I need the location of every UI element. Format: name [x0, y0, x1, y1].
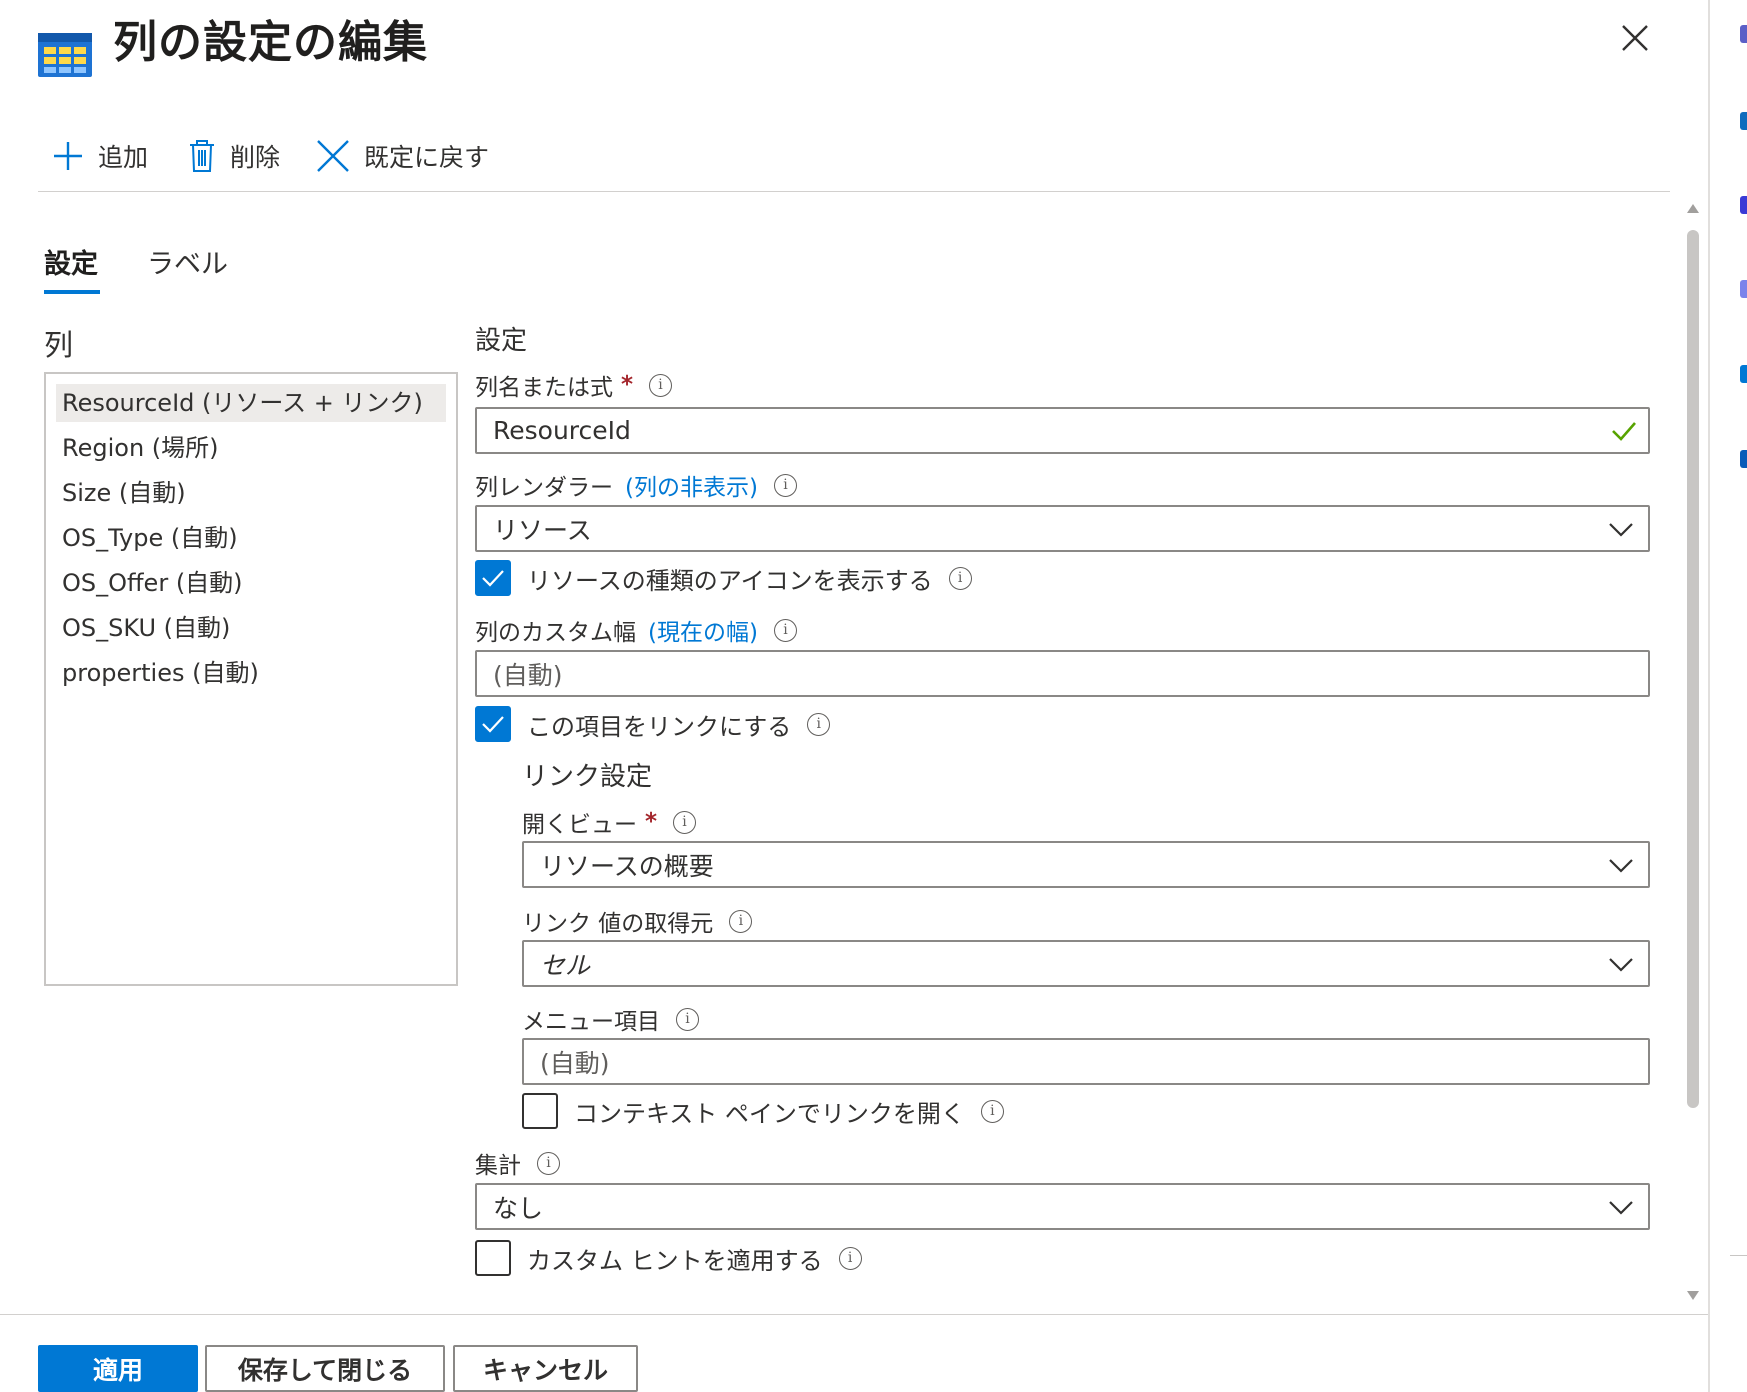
list-item[interactable]: OS_SKU (自動)	[56, 609, 446, 647]
info-icon[interactable]: i	[807, 712, 831, 736]
info-icon[interactable]: i	[537, 1151, 560, 1175]
add-button[interactable]: 追加	[52, 128, 148, 184]
menu-item-label: メニュー項目 i	[522, 1002, 699, 1036]
background-page-edge	[1708, 0, 1747, 1392]
current-width-link[interactable]: (現在の幅)	[648, 613, 758, 647]
reset-default-label: 既定に戻す	[364, 143, 490, 172]
aggregation-label: 集計 i	[475, 1146, 560, 1180]
grid-table-icon	[38, 33, 92, 77]
column-name-label: 列名または式 * i	[475, 368, 673, 402]
delete-button[interactable]: 削除	[188, 128, 280, 184]
info-icon[interactable]: i	[673, 810, 697, 834]
checkbox-unchecked[interactable]	[522, 1093, 558, 1129]
scrollbar-thumb[interactable]	[1687, 230, 1699, 1108]
required-mark: *	[621, 372, 634, 398]
edit-column-settings-panel: 列の設定の編集 追加 削除 既定に戻す 設定 ラベル 列 ResourceId …	[0, 0, 1708, 1392]
link-value-from-dropdown[interactable]: セル	[522, 940, 1650, 987]
link-settings-heading: リンク設定	[522, 762, 653, 792]
nav-icon[interactable]	[1740, 25, 1747, 43]
close-icon[interactable]	[1617, 20, 1653, 56]
checkbox-checked[interactable]	[475, 706, 511, 742]
settings-heading: 設定	[475, 326, 528, 356]
nav-icon[interactable]	[1740, 196, 1747, 214]
required-mark: *	[645, 809, 658, 835]
tab-labels[interactable]: ラベル	[147, 242, 228, 281]
nav-icon[interactable]	[1740, 450, 1747, 468]
list-item[interactable]: OS_Type (自動)	[56, 519, 446, 557]
delete-label: 削除	[230, 143, 281, 172]
checkmark-icon	[1612, 422, 1636, 441]
custom-width-input[interactable]: (自動)	[475, 650, 1650, 697]
checkbox-unchecked[interactable]	[475, 1240, 511, 1276]
nav-icon[interactable]	[1740, 112, 1747, 130]
columns-heading: 列	[44, 328, 74, 362]
columns-list[interactable]: ResourceId (リソース + リンク) Region (場所) Size…	[44, 372, 458, 986]
plus-icon	[54, 142, 82, 170]
info-icon[interactable]: i	[948, 566, 972, 590]
reset-default-button[interactable]: 既定に戻す	[316, 128, 489, 184]
list-item[interactable]: ResourceId (リソース + リンク)	[56, 384, 446, 422]
list-item[interactable]: OS_Offer (自動)	[56, 564, 446, 602]
list-item[interactable]: Region (場所)	[56, 429, 446, 467]
list-item[interactable]: properties (自動)	[56, 654, 446, 692]
chevron-down-icon	[1609, 859, 1633, 873]
column-name-input[interactable]: ResourceId	[475, 407, 1650, 454]
active-tab-indicator	[44, 290, 100, 294]
x-icon	[317, 140, 349, 172]
link-value-from-label: リンク 値の取得元 i	[522, 904, 753, 938]
info-icon[interactable]: i	[676, 1007, 699, 1031]
open-view-dropdown[interactable]: リソースの概要	[522, 841, 1650, 888]
show-resource-icon-checkbox[interactable]: リソースの種類のアイコンを表示する i	[475, 560, 972, 596]
column-renderer-dropdown[interactable]: リソース	[475, 505, 1650, 552]
tab-settings[interactable]: 設定	[44, 242, 98, 281]
chevron-down-icon	[1609, 1201, 1633, 1215]
footer-divider	[0, 1314, 1708, 1315]
info-icon[interactable]: i	[649, 373, 673, 397]
info-icon[interactable]: i	[773, 473, 797, 497]
menu-item-input[interactable]: (自動)	[522, 1038, 1650, 1085]
apply-button[interactable]: 適用	[38, 1345, 198, 1392]
command-bar: 追加 削除 既定に戻す	[38, 128, 1670, 184]
info-icon[interactable]: i	[838, 1246, 862, 1270]
custom-width-label: 列のカスタム幅 (現在の幅) i	[475, 613, 797, 647]
add-label: 追加	[98, 143, 149, 172]
check-icon	[482, 716, 504, 733]
list-item[interactable]: Size (自動)	[56, 474, 446, 512]
aggregation-dropdown[interactable]: なし	[475, 1183, 1650, 1230]
info-icon[interactable]: i	[729, 909, 753, 933]
nav-icon[interactable]	[1740, 365, 1747, 383]
divider	[1730, 1255, 1747, 1256]
trash-icon	[190, 140, 214, 172]
apply-custom-hint-checkbox[interactable]: カスタム ヒントを適用する i	[475, 1240, 862, 1276]
nav-icon[interactable]	[1740, 280, 1747, 298]
scroll-up-arrow-icon[interactable]	[1685, 200, 1701, 216]
hide-column-link[interactable]: (列の非表示)	[625, 468, 758, 502]
checkbox-checked[interactable]	[475, 560, 511, 596]
make-link-checkbox[interactable]: この項目をリンクにする i	[475, 706, 831, 742]
info-icon[interactable]: i	[980, 1099, 1004, 1123]
chevron-down-icon	[1609, 958, 1633, 972]
save-and-close-button[interactable]: 保存して閉じる	[205, 1345, 445, 1392]
chevron-down-icon	[1609, 523, 1633, 537]
column-renderer-label: 列レンダラー (列の非表示) i	[475, 468, 797, 502]
open-view-label: 開くビュー * i	[522, 805, 697, 839]
scroll-down-arrow-icon[interactable]	[1685, 1288, 1701, 1304]
check-icon	[482, 570, 504, 587]
open-in-context-pane-checkbox[interactable]: コンテキスト ペインでリンクを開く i	[522, 1093, 1004, 1129]
page-title: 列の設定の編集	[113, 17, 428, 68]
command-bar-divider	[38, 191, 1670, 192]
cancel-button[interactable]: キャンセル	[453, 1345, 638, 1392]
info-icon[interactable]: i	[773, 618, 797, 642]
